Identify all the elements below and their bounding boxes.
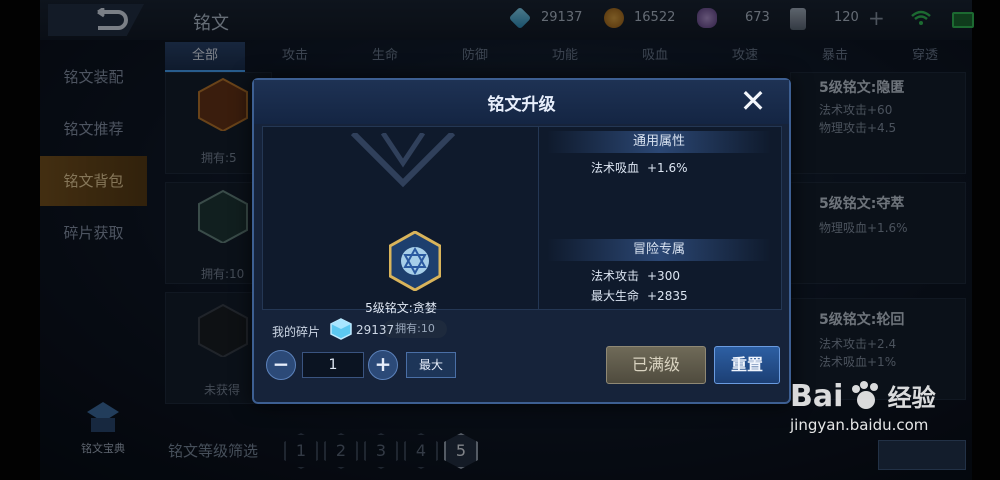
rune-stats-panel: 通用属性 法术吸血 +1.6% 冒险专属 法术攻击 +300 最大生命 +2835	[538, 126, 782, 310]
fragments-count: 29137	[356, 323, 395, 337]
rune-name: 5级铭文:贪婪	[365, 301, 437, 315]
maxed-level-button[interactable]: 已满级	[606, 346, 706, 384]
adventure-heading: 冒险专属	[547, 239, 771, 261]
max-quantity-button[interactable]: 最大	[406, 352, 456, 378]
stat-row: 最大生命 +2835	[590, 289, 688, 303]
watermark-brand: Bai	[790, 379, 844, 414]
stat-row: 法术吸血 +1.6%	[590, 161, 688, 175]
watermark-brand-2: 经验	[887, 384, 936, 412]
crystal-icon	[330, 318, 352, 340]
baidu-watermark: Bai 经验 jingyan.baidu.com	[790, 378, 936, 434]
rune-preview-panel: 5级铭文:贪婪 拥有:10	[262, 126, 540, 338]
close-button[interactable]: ✕	[736, 84, 770, 118]
watermark-url: jingyan.baidu.com	[790, 416, 929, 434]
upgrade-dialog: 铭文升级 ✕ 5级铭文:贪婪 拥有:10 通用属性 法术吸血 +1.6% 冒险专属	[252, 78, 791, 404]
stat-row: 法术攻击 +300	[590, 269, 680, 283]
general-attributes-heading: 通用属性	[547, 131, 771, 153]
dialog-title: 铭文升级	[487, 95, 556, 115]
reset-button[interactable]: 重置	[714, 346, 780, 384]
rune-screen: 铭文 29137 16522 673 120 + 全部 攻击 生命 防御 功能 …	[0, 0, 1000, 480]
quantity-input[interactable]	[302, 352, 364, 378]
fragments-label: 我的碎片	[272, 325, 321, 339]
emblem-icon	[350, 133, 456, 188]
rune-icon	[389, 231, 441, 291]
increase-button[interactable]: +	[368, 350, 398, 380]
paw-icon	[851, 381, 878, 409]
decrease-button[interactable]: −	[266, 350, 296, 380]
